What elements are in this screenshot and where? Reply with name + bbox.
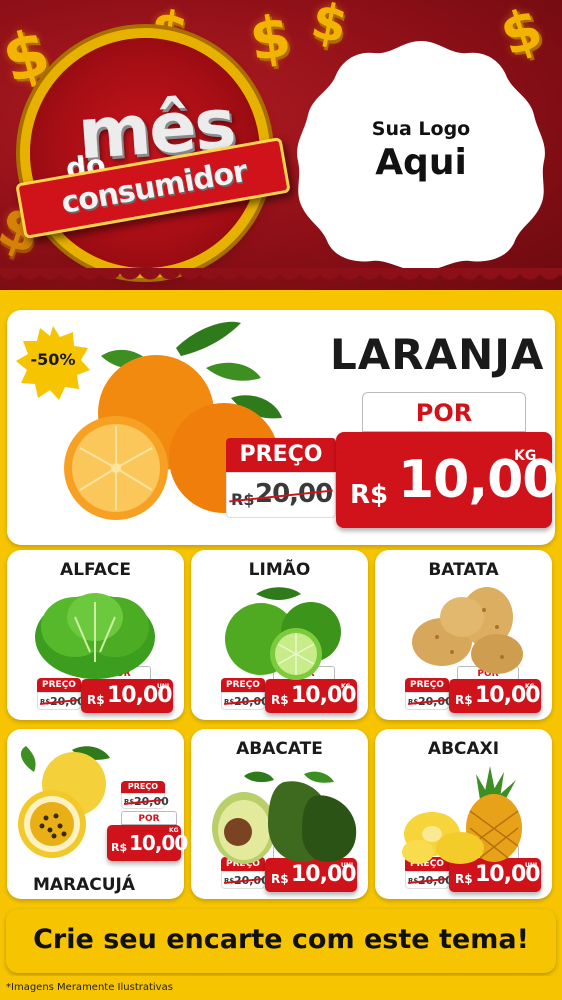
dollar-icon: $ xyxy=(245,1,295,75)
price-unit: KG xyxy=(341,683,351,690)
product-name: ABCAXI xyxy=(427,739,500,759)
price-unit: KG xyxy=(514,448,537,464)
por-label: POR xyxy=(121,811,177,825)
old-price: R$ 20,00 xyxy=(405,692,453,710)
old-price: R$ 20,00 xyxy=(405,871,453,889)
preco-label: PREÇO xyxy=(226,438,336,472)
passion-fruit-icon xyxy=(18,746,110,858)
price-currency: R$ xyxy=(271,693,289,707)
price-unit: UNI xyxy=(157,683,170,690)
potato-icon xyxy=(412,587,523,674)
price-value: 10,00 xyxy=(129,831,188,855)
old-price: R$ 20,00 xyxy=(226,472,336,518)
pineapple-icon xyxy=(402,766,522,864)
price-currency: R$ xyxy=(455,693,473,707)
old-price: R$ 20,00 xyxy=(221,871,269,889)
price-currency: R$ xyxy=(455,872,473,886)
price-unit: KG xyxy=(525,683,535,690)
por-label: POR xyxy=(362,392,526,432)
avocado-icon xyxy=(212,771,357,864)
product-name: ALFACE xyxy=(60,560,131,580)
featured-product-name: LARANJA xyxy=(330,330,545,379)
product-name: MARACUJÁ xyxy=(32,875,136,895)
price-tag: R$ 10,00 KG xyxy=(265,679,357,713)
logo-placeholder-line2: Aqui xyxy=(375,142,467,183)
price-currency: R$ xyxy=(350,480,389,510)
product-name: BATATA xyxy=(428,560,499,580)
preco-label: PREÇO xyxy=(121,781,165,793)
footer-disclaimer: *Imagens Meramente Ilustrativas xyxy=(6,982,173,993)
product-name: ABACATE xyxy=(236,739,323,759)
price-currency: R$ xyxy=(271,872,289,886)
old-price: R$ 20,00 xyxy=(37,692,85,710)
price-currency: R$ xyxy=(87,693,105,707)
price-tag: R$ 10,00 UNI xyxy=(81,679,173,713)
header-banner: $ $ $ $ $ $ mês do consumidor Sua Logo A… xyxy=(0,0,562,290)
header-scallop-edge xyxy=(0,268,562,290)
price-unit: KG xyxy=(169,827,179,834)
lime-icon xyxy=(225,587,341,680)
featured-price-tag: R$ 10,00 KG xyxy=(336,432,558,528)
logo-placeholder-line1: Sua Logo xyxy=(371,118,471,140)
lettuce-icon xyxy=(35,593,155,679)
cta-banner-text: Crie seu encarte com este tema! xyxy=(33,924,529,955)
product-name: LIMÃO xyxy=(248,560,311,580)
price-tag: R$ 10,00 KG xyxy=(449,679,541,713)
old-price: R$ 20,00 xyxy=(221,692,269,710)
old-price: R$ 20,00 xyxy=(121,793,169,809)
dollar-icon: $ xyxy=(0,15,58,99)
